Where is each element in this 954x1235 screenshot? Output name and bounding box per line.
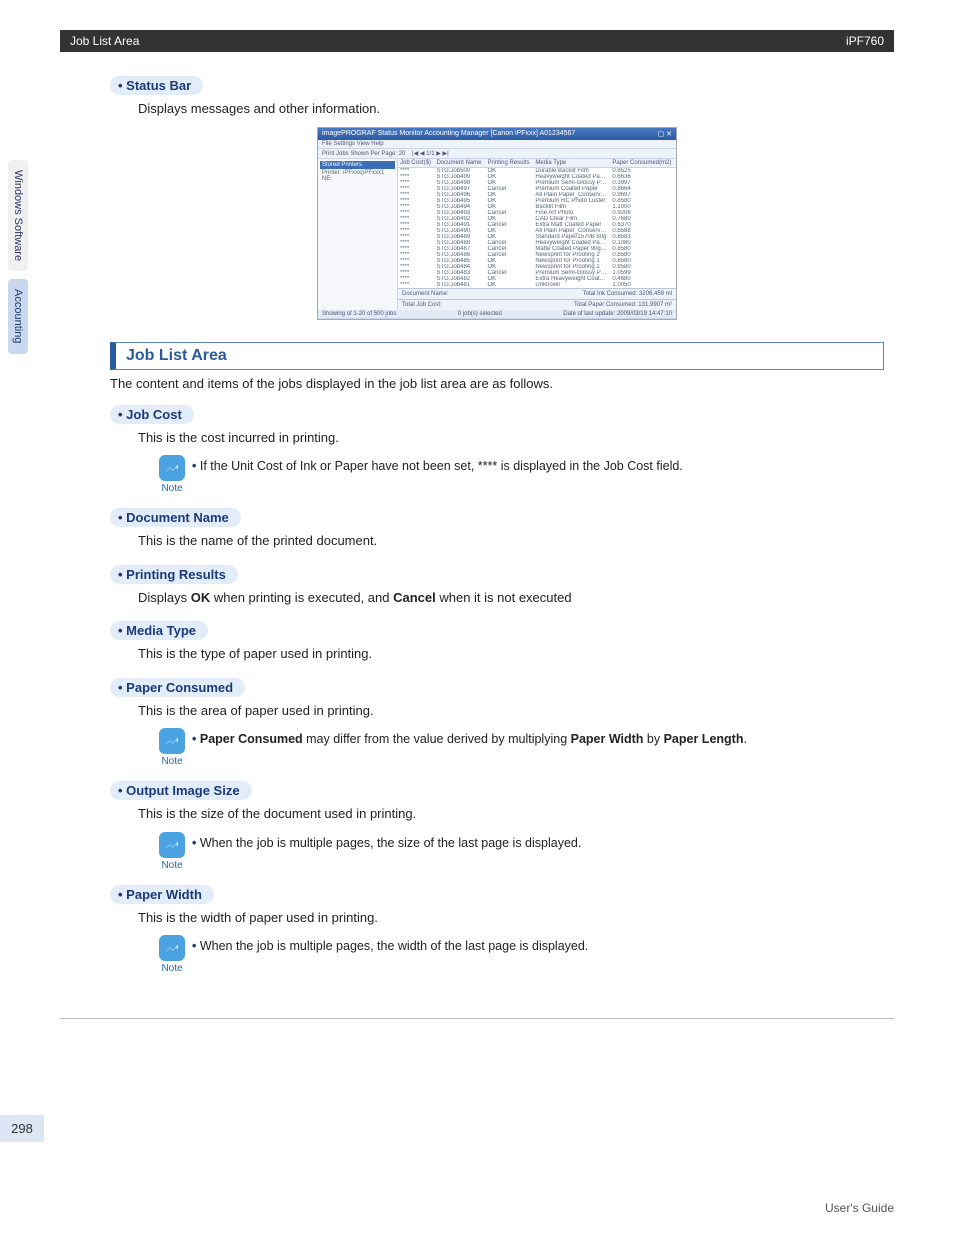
note-icon bbox=[159, 455, 185, 481]
header-bar: Job List Area iPF760 bbox=[60, 30, 894, 52]
output-image-size-heading: Output Image Size bbox=[110, 781, 252, 800]
document-name-heading: Document Name bbox=[110, 508, 241, 527]
ss-col-header: Media Type bbox=[533, 159, 610, 168]
section-heading: Job List Area bbox=[110, 342, 884, 370]
paper-width-heading: Paper Width bbox=[110, 885, 214, 904]
ss-window-title: imagePROGRAF Status Monitor Accounting M… bbox=[322, 130, 575, 138]
media-type-heading: Media Type bbox=[110, 621, 208, 640]
paper-width-note: When the job is multiple pages, the widt… bbox=[192, 935, 588, 953]
page-number: 298 bbox=[0, 1115, 44, 1142]
media-type-desc: This is the type of paper used in printi… bbox=[138, 644, 884, 664]
ss-summary-docname: Document Name: bbox=[402, 291, 449, 297]
ss-window-controls: ▢ ✕ bbox=[658, 130, 672, 138]
ss-col-header: Job Cost($) bbox=[398, 159, 434, 168]
ss-summary-ink: Total Ink Consumed: 3206.459 ml bbox=[583, 291, 672, 297]
ss-summary-paper: Total Paper Consumed: 131.9907 m² bbox=[574, 302, 672, 308]
ss-summary-cost: Total Job Cost: bbox=[402, 302, 442, 308]
paper-consumed-note: Paper Consumed may differ from the value… bbox=[192, 728, 747, 746]
footer-rule bbox=[60, 1018, 894, 1019]
paper-width-desc: This is the width of paper used in print… bbox=[138, 908, 884, 928]
ss-status-right: Date of last update: 2009/03/19 14:47:10 bbox=[563, 311, 672, 317]
footer-guide: User's Guide bbox=[825, 1201, 894, 1215]
side-tab-accounting[interactable]: Accounting bbox=[8, 279, 28, 353]
note-label: Note bbox=[152, 756, 192, 767]
ss-col-header: Document Name bbox=[434, 159, 485, 168]
ss-status-mid: 0 job(s) selected bbox=[458, 311, 502, 317]
document-name-desc: This is the name of the printed document… bbox=[138, 531, 884, 551]
ss-col-header: Paper Consumed(m2) bbox=[610, 159, 676, 168]
job-cost-desc: This is the cost incurred in printing. bbox=[138, 428, 884, 448]
output-image-size-note: When the job is multiple pages, the size… bbox=[192, 832, 581, 850]
paper-consumed-heading: Paper Consumed bbox=[110, 678, 245, 697]
header-right: iPF760 bbox=[846, 34, 884, 48]
ss-sidebar-item: Printer: iPFxxx(iPFxxx1 NE: bbox=[320, 169, 395, 183]
note-label: Note bbox=[152, 483, 192, 494]
accounting-manager-screenshot: imagePROGRAF Status Monitor Accounting M… bbox=[317, 127, 677, 320]
status-bar-heading: Status Bar bbox=[110, 76, 203, 95]
section-intro: The content and items of the jobs displa… bbox=[110, 376, 884, 391]
side-tab-windows-software[interactable]: Windows Software bbox=[8, 160, 28, 271]
job-cost-note: If the Unit Cost of Ink or Paper have no… bbox=[192, 455, 683, 473]
ss-menubar: File Settings View Help bbox=[318, 140, 676, 149]
note-icon bbox=[159, 728, 185, 754]
note-icon bbox=[159, 935, 185, 961]
ss-toolbar: Print Jobs Shown Per Page: 20 |◀ ◀ 1/1 ▶… bbox=[318, 149, 676, 159]
header-left: Job List Area bbox=[70, 34, 139, 48]
status-bar-desc: Displays messages and other information. bbox=[138, 99, 884, 119]
note-icon bbox=[159, 832, 185, 858]
output-image-size-desc: This is the size of the document used in… bbox=[138, 804, 884, 824]
paper-consumed-desc: This is the area of paper used in printi… bbox=[138, 701, 884, 721]
ss-status-left: Showing of 1-20 of 500 jobs bbox=[322, 311, 396, 317]
note-label: Note bbox=[152, 860, 192, 871]
job-cost-heading: Job Cost bbox=[110, 405, 194, 424]
printing-results-desc: Displays OK when printing is executed, a… bbox=[138, 588, 884, 608]
ss-col-header: Printing Results bbox=[485, 159, 533, 168]
printing-results-heading: Printing Results bbox=[110, 565, 238, 584]
note-label: Note bbox=[152, 963, 192, 974]
ss-sidebar-top: Stored Printers bbox=[320, 161, 395, 169]
